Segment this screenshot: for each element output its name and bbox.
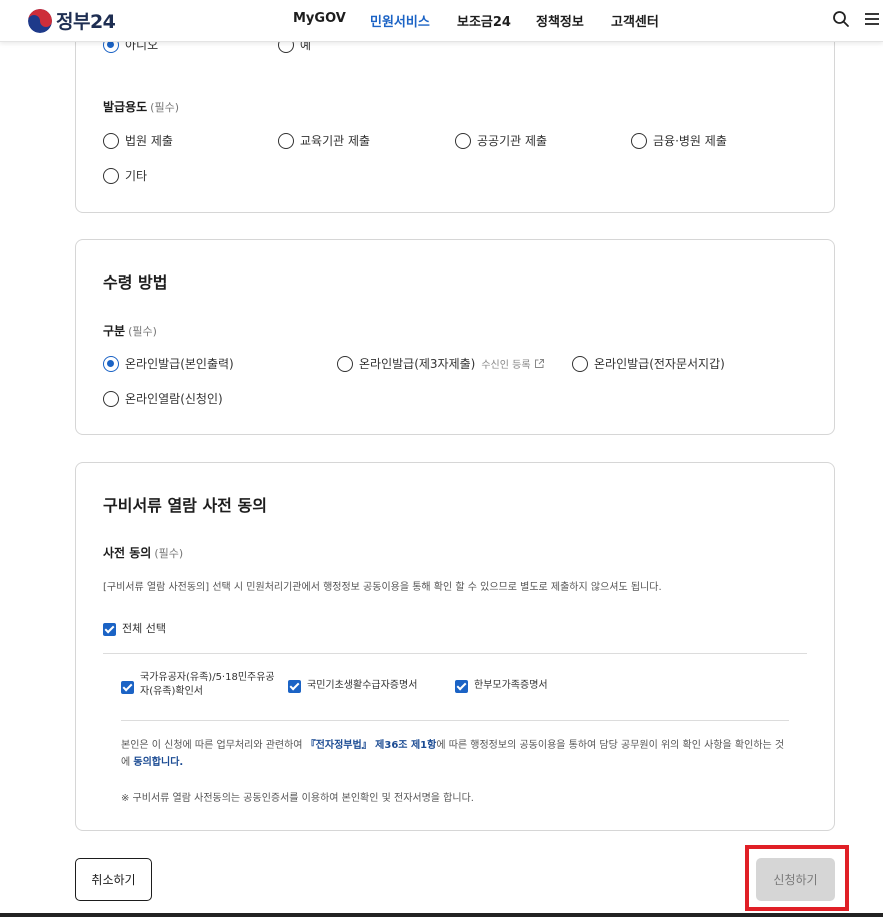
bottom-edge: [0, 913, 883, 917]
radio-online-third-party[interactable]: 온라인발급(제3자제출) 수신인 등록: [337, 355, 545, 372]
search-icon[interactable]: [832, 10, 850, 32]
radio-online-view[interactable]: 온라인열람(신청인): [103, 390, 223, 407]
nav-mygov[interactable]: MyGOV: [293, 11, 346, 26]
consent-description: [구비서류 열람 사전동의] 선택 시 민원처리기관에서 행정정보 공동이용을 …: [103, 582, 662, 593]
radio-education[interactable]: 교육기관 제출: [278, 132, 370, 149]
doc-checkbox-single-parent[interactable]: 한부모가족증명서: [455, 679, 548, 693]
certificate-note: ※ 구비서류 열람 사전동의는 공동인증서를 이용하여 본인확인 및 전자서명을…: [121, 793, 474, 804]
cancel-button[interactable]: 취소하기: [75, 858, 152, 901]
apply-button[interactable]: 신청하기: [756, 858, 835, 901]
recipient-register-link[interactable]: 수신인 등록: [481, 356, 544, 371]
divider: [103, 653, 807, 654]
radio-court[interactable]: 법원 제출: [103, 132, 173, 149]
checkbox-checked-icon: [103, 622, 116, 636]
prior-consent-label: 사전 동의 (필수): [103, 546, 184, 560]
radio-online-self-print[interactable]: 온라인발급(본인출력): [103, 355, 234, 372]
category-label: 구분 (필수): [103, 324, 157, 338]
menu-icon[interactable]: [864, 10, 880, 32]
nav-civil-service[interactable]: 민원서비스: [370, 11, 430, 30]
taegeuk-logo-icon: [28, 8, 52, 33]
section-title: 구비서류 열람 사전 동의: [103, 496, 267, 515]
radio-public-agency[interactable]: 공공기관 제출: [455, 132, 547, 149]
document-consent-section: 구비서류 열람 사전 동의 사전 동의 (필수) [구비서류 열람 사전동의] 선…: [75, 462, 835, 831]
site-header: 정부24 MyGOV 민원서비스 보조금24 정책정보 고객센터: [0, 0, 883, 42]
nav-policy[interactable]: 정책정보: [536, 11, 584, 30]
logo[interactable]: 정부24: [28, 7, 116, 34]
doc-checkbox-patriot[interactable]: 국가유공자(유족)/5·18민주유공자(유족)확인서: [121, 671, 281, 699]
purpose-label: 발급용도 (필수): [103, 100, 179, 114]
nav-subsidy[interactable]: 보조금24: [457, 11, 511, 30]
external-link-icon: [534, 359, 544, 368]
radio-other[interactable]: 기타: [103, 167, 147, 184]
radio-finance-hospital[interactable]: 금융·병원 제출: [631, 132, 727, 149]
divider: [121, 720, 789, 721]
receive-method-section: 수령 방법 구분 (필수) 온라인발급(본인출력) 온라인발급(제3자제출) 수신…: [75, 239, 835, 435]
doc-checkbox-basic-livelihood[interactable]: 국민기초생활수급자증명서: [288, 679, 417, 693]
radio-online-e-wallet[interactable]: 온라인발급(전자문서지갑): [572, 355, 725, 372]
section-title: 수령 방법: [103, 273, 168, 292]
nav-customer-center[interactable]: 고객센터: [611, 11, 659, 30]
consent-statement: 본인은 이 신청에 따른 업무처리와 관련하여 『전자정부법』 제36조 제1항…: [121, 740, 785, 768]
logo-text: 정부24: [56, 11, 116, 33]
select-all-checkbox[interactable]: 전체 선택: [103, 622, 166, 636]
